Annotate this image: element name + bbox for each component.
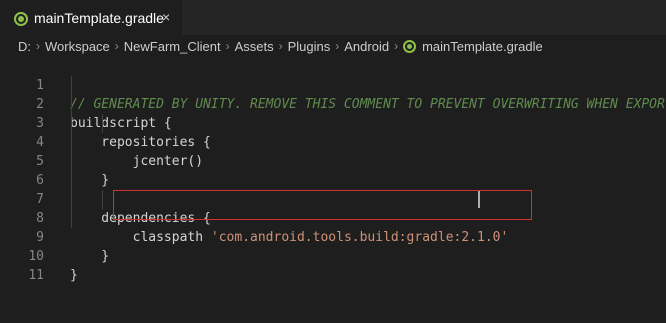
breadcrumb: D: › Workspace › NewFarm_Client › Assets… xyxy=(0,35,666,57)
indent-guide xyxy=(71,76,72,228)
chevron-right-icon: › xyxy=(278,39,283,53)
breadcrumb-item-assets[interactable]: Assets xyxy=(235,39,274,54)
line-number: 11 xyxy=(28,268,44,283)
tab-bar: mainTemplate.gradle × xyxy=(0,0,666,35)
breadcrumb-item-drive[interactable]: D: xyxy=(18,39,31,54)
chevron-right-icon: › xyxy=(335,39,340,53)
code-line[interactable]: 3 repositories { xyxy=(0,95,666,150)
tab-label: mainTemplate.gradle xyxy=(34,10,164,26)
breadcrumb-item-newfarm-client[interactable]: NewFarm_Client xyxy=(124,39,221,54)
code-line[interactable]: 2 buildscript { xyxy=(0,76,666,131)
indent-guide xyxy=(102,190,103,209)
chevron-right-icon: › xyxy=(114,39,119,53)
code-line[interactable]: 5 } xyxy=(0,133,666,188)
code-line[interactable]: 10 } xyxy=(0,228,666,283)
breadcrumb-item-android[interactable]: Android xyxy=(344,39,389,54)
chevron-right-icon: › xyxy=(394,39,399,53)
breadcrumb-item-plugins[interactable]: Plugins xyxy=(288,39,331,54)
code-line[interactable]: 6 xyxy=(0,152,666,188)
chevron-right-icon: › xyxy=(225,39,230,53)
gradle-file-icon xyxy=(403,39,417,53)
code-editor[interactable]: 1 // GENERATED BY UNITY. REMOVE THIS COM… xyxy=(0,57,666,283)
code-line[interactable]: 11 xyxy=(0,247,666,283)
chevron-right-icon: › xyxy=(36,39,40,53)
close-icon[interactable]: × xyxy=(162,9,170,25)
gradle-file-icon xyxy=(14,12,28,26)
code-line[interactable]: 1 // GENERATED BY UNITY. REMOVE THIS COM… xyxy=(0,57,666,112)
breadcrumb-item-workspace[interactable]: Workspace xyxy=(45,39,110,54)
highlight-annotation-box xyxy=(113,190,532,220)
code-text: } xyxy=(70,268,78,283)
indent-guide xyxy=(102,114,103,133)
editor-tab[interactable]: mainTemplate.gradle × xyxy=(0,0,182,35)
breadcrumb-item-file[interactable]: mainTemplate.gradle xyxy=(422,39,543,54)
code-line[interactable]: 7 dependencies { xyxy=(0,171,666,226)
code-line[interactable]: 4 jcenter() xyxy=(0,114,666,169)
